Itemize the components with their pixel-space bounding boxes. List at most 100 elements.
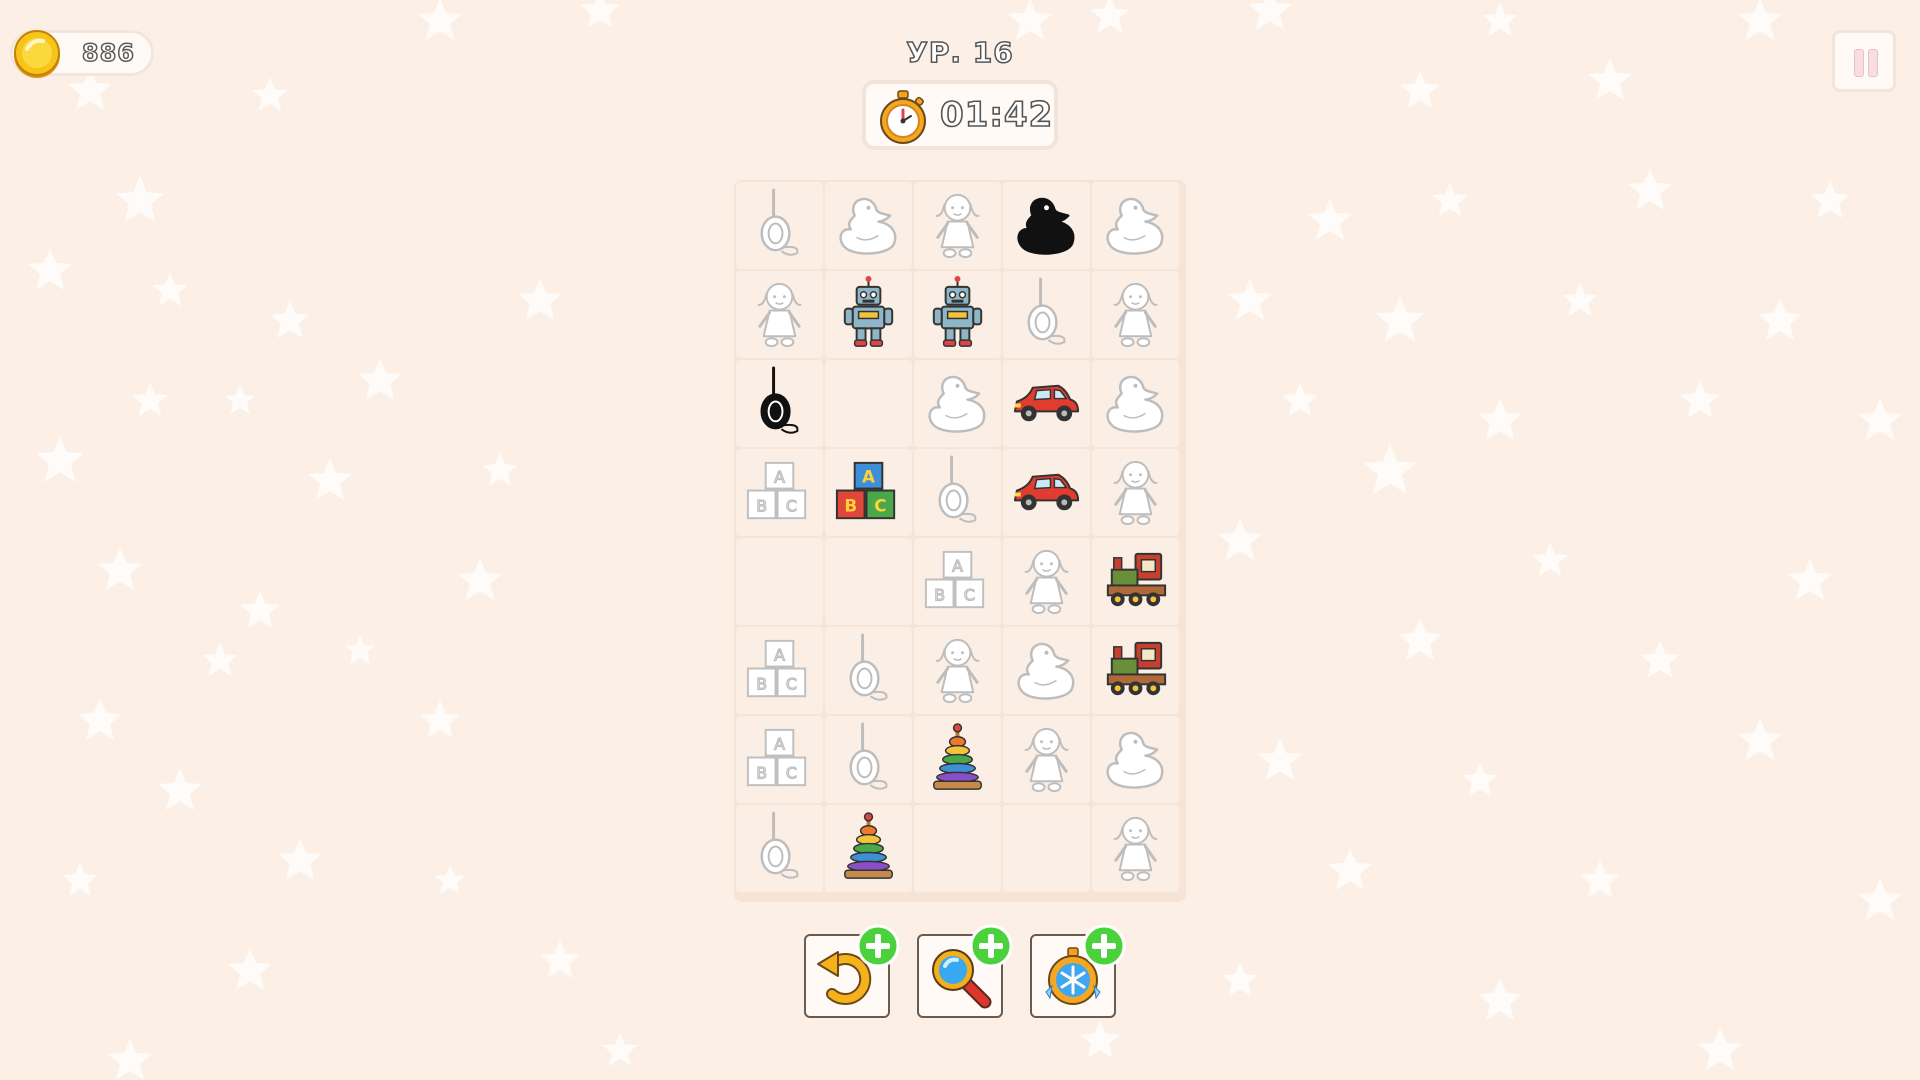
undo-button[interactable]	[804, 924, 900, 1018]
grid-cell[interactable]	[1003, 716, 1090, 803]
svg-text:B: B	[934, 585, 945, 604]
stopwatch-icon	[880, 90, 926, 144]
rubber-duck-outline-icon	[1106, 375, 1164, 433]
grid-cell[interactable]	[825, 627, 912, 714]
doll-outline-icon	[1024, 727, 1069, 793]
grid-cell[interactable]	[914, 271, 1001, 358]
grid-cell	[825, 360, 912, 447]
doll-outline-icon	[935, 638, 980, 704]
plus-badge-icon	[969, 924, 1013, 968]
yoyo-outline-icon	[849, 633, 888, 701]
svg-text:C: C	[786, 674, 797, 693]
robot-toy-icon	[932, 275, 983, 347]
rubber-duck-outline-icon	[839, 197, 897, 255]
grid-cell[interactable]	[1003, 360, 1090, 447]
grid-cell[interactable]	[914, 182, 1001, 269]
robot-toy-icon	[843, 275, 894, 347]
grid-cell[interactable]	[1092, 805, 1179, 892]
grid-cell[interactable]	[1092, 627, 1179, 714]
svg-text:C: C	[964, 585, 975, 604]
grid-cell[interactable]: ABC	[736, 449, 823, 536]
plus-badge-icon	[856, 924, 900, 968]
svg-text:B: B	[844, 495, 857, 515]
svg-text:C: C	[786, 496, 797, 515]
doll-outline-icon	[1113, 282, 1158, 348]
doll-outline-icon	[1024, 549, 1069, 615]
red-car-toy-icon	[1013, 473, 1080, 511]
yoyo-outline-icon	[760, 188, 799, 256]
svg-text:A: A	[862, 467, 875, 487]
grid-cell[interactable]	[914, 360, 1001, 447]
svg-text:A: A	[952, 557, 963, 576]
grid-cell[interactable]	[1092, 449, 1179, 536]
rubber-duck-outline-icon	[928, 375, 986, 433]
grid-cell	[825, 538, 912, 625]
toy-grid-board: ABCABCABCABCABC	[734, 180, 1186, 902]
doll-outline-icon	[1113, 816, 1158, 882]
doll-outline-icon	[1113, 460, 1158, 526]
timer-text: 01:42	[939, 94, 1054, 136]
toy-train-icon	[1106, 552, 1167, 607]
grid-cell[interactable]	[736, 182, 823, 269]
rubber-duck-outline-icon	[1106, 197, 1164, 255]
grid-cell[interactable]	[1003, 627, 1090, 714]
grid-cell	[914, 805, 1001, 892]
grid-cell	[736, 538, 823, 625]
grid-cell[interactable]	[1092, 360, 1179, 447]
grid-cell[interactable]	[1092, 271, 1179, 358]
grid-cell[interactable]	[825, 182, 912, 269]
grid-cell[interactable]	[736, 271, 823, 358]
rubber-duck-outline-icon	[1106, 731, 1164, 789]
grid-cell[interactable]	[1003, 182, 1090, 269]
level-title: УР. 16	[906, 35, 1014, 70]
grid-cell[interactable]	[825, 805, 912, 892]
pause-icon	[1854, 49, 1864, 77]
grid-cell[interactable]	[736, 805, 823, 892]
rubber-duck-outline-icon	[1017, 642, 1075, 700]
grid-cell[interactable]	[1092, 716, 1179, 803]
grid-cell[interactable]	[914, 716, 1001, 803]
freeze-timer-button[interactable]	[1030, 924, 1126, 1018]
grid-cell[interactable]	[736, 360, 823, 447]
ring-pyramid-icon	[844, 812, 893, 879]
plus-badge-icon	[1082, 924, 1126, 968]
yoyo-outline-icon	[938, 455, 977, 523]
grid-cell[interactable]	[1003, 538, 1090, 625]
coin-count: 886	[81, 38, 135, 68]
coin-icon	[14, 30, 60, 78]
svg-text:B: B	[756, 763, 767, 782]
pause-button[interactable]	[1832, 30, 1896, 92]
grid-cell[interactable]	[1003, 271, 1090, 358]
abc-blocks-outline-icon: AB C	[746, 461, 807, 520]
yoyo-silhouette-icon	[760, 366, 799, 434]
doll-outline-icon	[935, 193, 980, 259]
svg-text:A: A	[774, 735, 785, 754]
grid-cell[interactable]	[1092, 538, 1179, 625]
abc-blocks-outline-icon: AB C	[746, 639, 807, 698]
grid-cell[interactable]: ABC	[736, 716, 823, 803]
toy-train-icon	[1106, 641, 1167, 696]
grid-cell[interactable]	[825, 271, 912, 358]
grid-cell[interactable]	[914, 627, 1001, 714]
svg-text:C: C	[874, 495, 886, 515]
grid-cell[interactable]: ABC	[825, 449, 912, 536]
grid-cell[interactable]: ABC	[736, 627, 823, 714]
timer: 01:42	[862, 80, 1058, 150]
pause-icon	[1868, 49, 1878, 77]
grid-cell[interactable]: ABC	[914, 538, 1001, 625]
grid-cell[interactable]	[1003, 449, 1090, 536]
rubber-duck-silhouette-icon	[1017, 197, 1075, 255]
yoyo-outline-icon	[760, 811, 799, 879]
grid-cell[interactable]	[1092, 182, 1179, 269]
svg-text:A: A	[774, 646, 785, 665]
grid-cell[interactable]	[825, 716, 912, 803]
svg-text:C: C	[786, 763, 797, 782]
grid-cell	[1003, 805, 1090, 892]
svg-text:B: B	[756, 674, 767, 693]
yoyo-outline-icon	[1027, 277, 1066, 345]
svg-text:B: B	[756, 496, 767, 515]
svg-text:A: A	[774, 468, 785, 487]
grid-cell[interactable]	[914, 449, 1001, 536]
magnifier-button[interactable]	[917, 924, 1013, 1018]
coin-counter: 886	[10, 30, 154, 78]
